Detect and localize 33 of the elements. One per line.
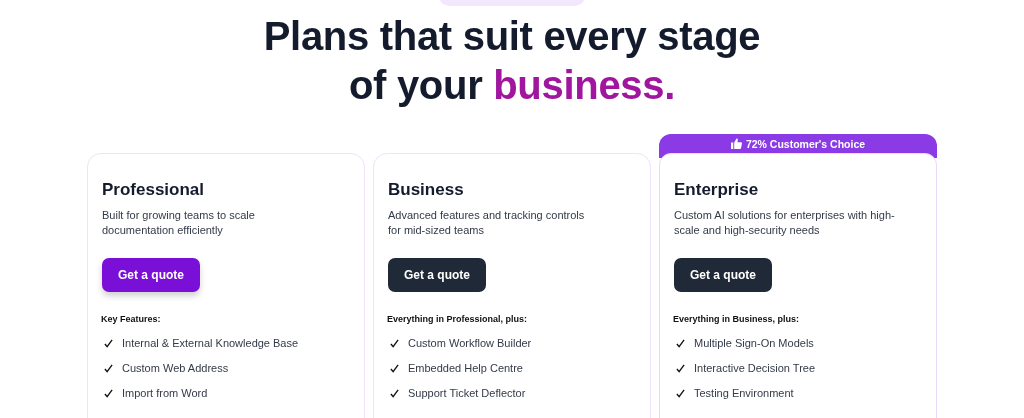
- check-icon: [676, 338, 685, 348]
- check-icon: [676, 388, 685, 398]
- features-heading: Everything in Business, plus:: [673, 314, 801, 324]
- feature-text: Support Ticket Deflector: [408, 387, 526, 399]
- plan-description: Advanced features and tracking controls for mid-sized teams: [388, 208, 586, 238]
- plan-description: Built for growing teams to scale documentation efficiently: [102, 208, 256, 238]
- plan-name: Business: [388, 180, 465, 200]
- check-icon: [676, 363, 685, 373]
- ribbon-text: 72% Customer's Choice: [745, 137, 866, 150]
- quote-button[interactable]: Get a quote: [102, 258, 200, 292]
- feature-text: Embedded Help Centre: [408, 362, 523, 374]
- plan-name: Professional: [102, 180, 206, 200]
- feature-text: Testing Environment: [694, 387, 794, 399]
- plan-name: Enterprise: [674, 180, 760, 200]
- quote-button[interactable]: Get a quote: [674, 258, 772, 292]
- feature-text: Multiple Sign-On Models: [694, 337, 814, 349]
- check-icon: [390, 338, 399, 348]
- feature-text: Internal & External Knowledge Base: [122, 337, 299, 349]
- page-heading: Plans that suit every stage of your business.: [263, 13, 761, 109]
- check-icon: [390, 363, 399, 373]
- check-icon: [104, 338, 113, 348]
- feature-text: Interactive Decision Tree: [694, 362, 816, 374]
- check-icon: [390, 388, 399, 398]
- feature-text: Custom Workflow Builder: [408, 337, 532, 349]
- feature-text: Custom Web Address: [122, 362, 229, 374]
- check-icon: [104, 388, 113, 398]
- features-heading: Everything in Professional, plus:: [387, 314, 529, 324]
- thumbs-up-icon: [730, 138, 742, 149]
- plan-description: Custom AI solutions for enterprises with high-scale and high-security needs: [674, 208, 896, 238]
- quote-button[interactable]: Get a quote: [388, 258, 486, 292]
- features-heading: Key Features:: [101, 314, 162, 324]
- feature-text: Import from Word: [122, 387, 208, 399]
- check-icon: [104, 363, 113, 373]
